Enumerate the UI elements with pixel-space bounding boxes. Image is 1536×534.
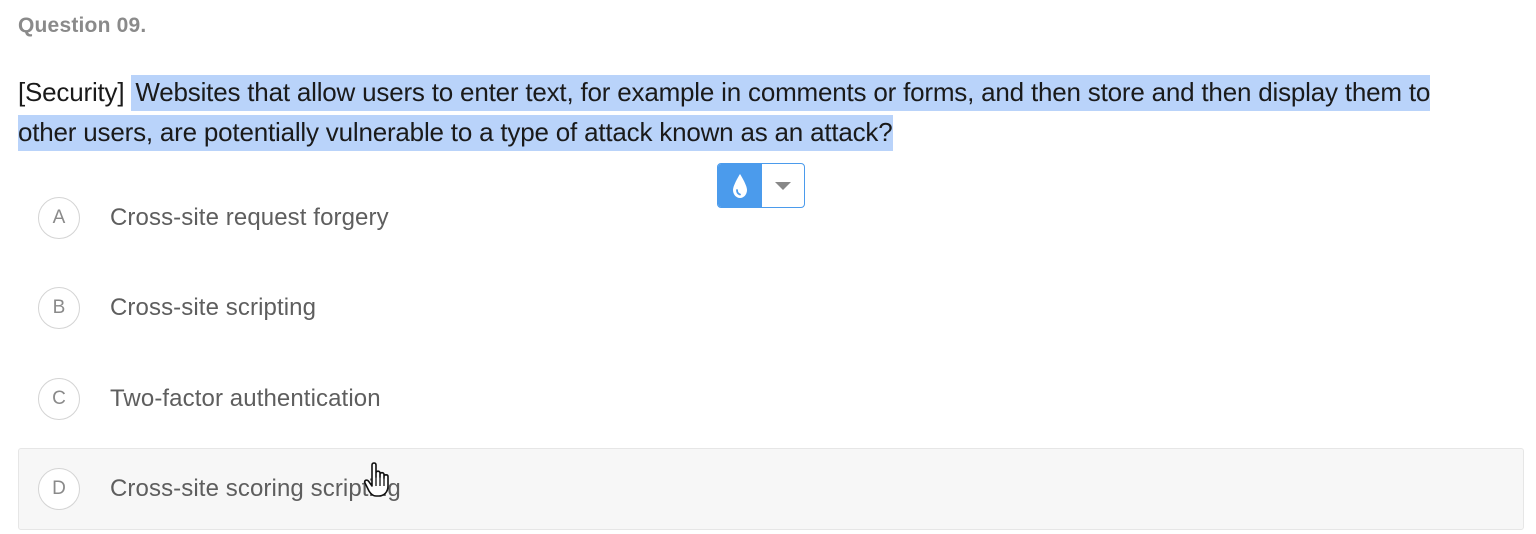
option-label-a: Cross-site request forgery: [110, 204, 389, 231]
question-text: [Security] Websites that allow users to …: [18, 72, 1518, 152]
option-label-d: Cross-site scoring scripting: [110, 475, 401, 502]
question-category-tag: [Security]: [18, 77, 125, 107]
answer-option-b[interactable]: B Cross-site scripting: [18, 267, 1524, 349]
answer-option-a[interactable]: A Cross-site request forgery: [18, 177, 1524, 259]
hand-pointer-cursor-icon: [363, 462, 389, 497]
quiz-page: Question 09. [Security] Websites that al…: [0, 0, 1536, 534]
answer-option-d[interactable]: D Cross-site scoring scripting: [18, 448, 1524, 530]
option-letter-d: D: [38, 468, 80, 510]
question-text-line1: Websites that allow users to enter text,…: [131, 75, 1430, 111]
question-text-line2: other users, are potentially vulnerable …: [18, 115, 893, 151]
answer-option-c[interactable]: C Two-factor authentication: [18, 358, 1524, 440]
option-label-c: Two-factor authentication: [110, 385, 381, 412]
option-label-b: Cross-site scripting: [110, 294, 317, 321]
question-number: Question 09.: [18, 14, 147, 37]
option-letter-b: B: [38, 287, 80, 329]
option-letter-a: A: [38, 197, 80, 239]
option-letter-c: C: [38, 378, 80, 420]
